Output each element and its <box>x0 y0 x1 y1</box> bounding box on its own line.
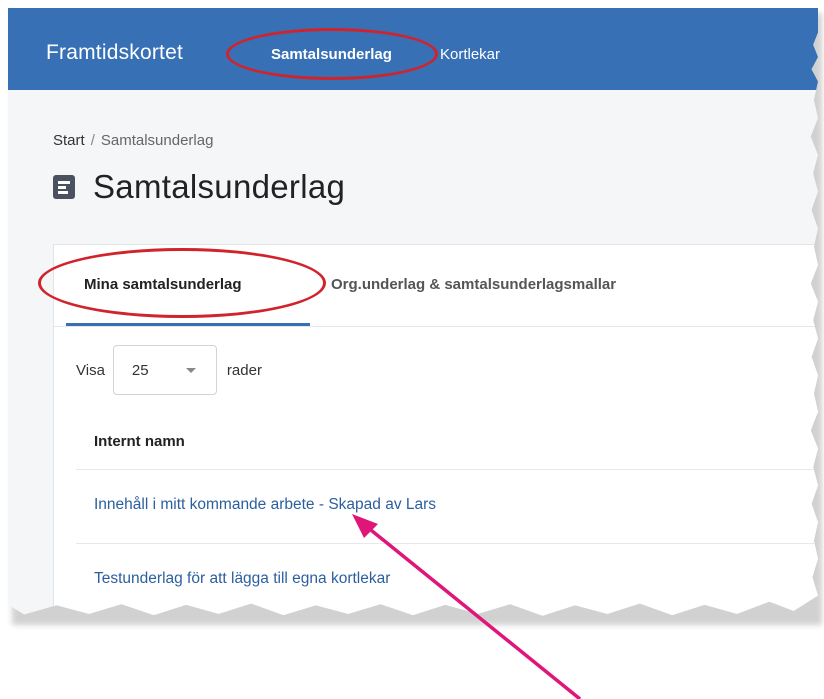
annotation-arrow-icon <box>352 514 582 699</box>
